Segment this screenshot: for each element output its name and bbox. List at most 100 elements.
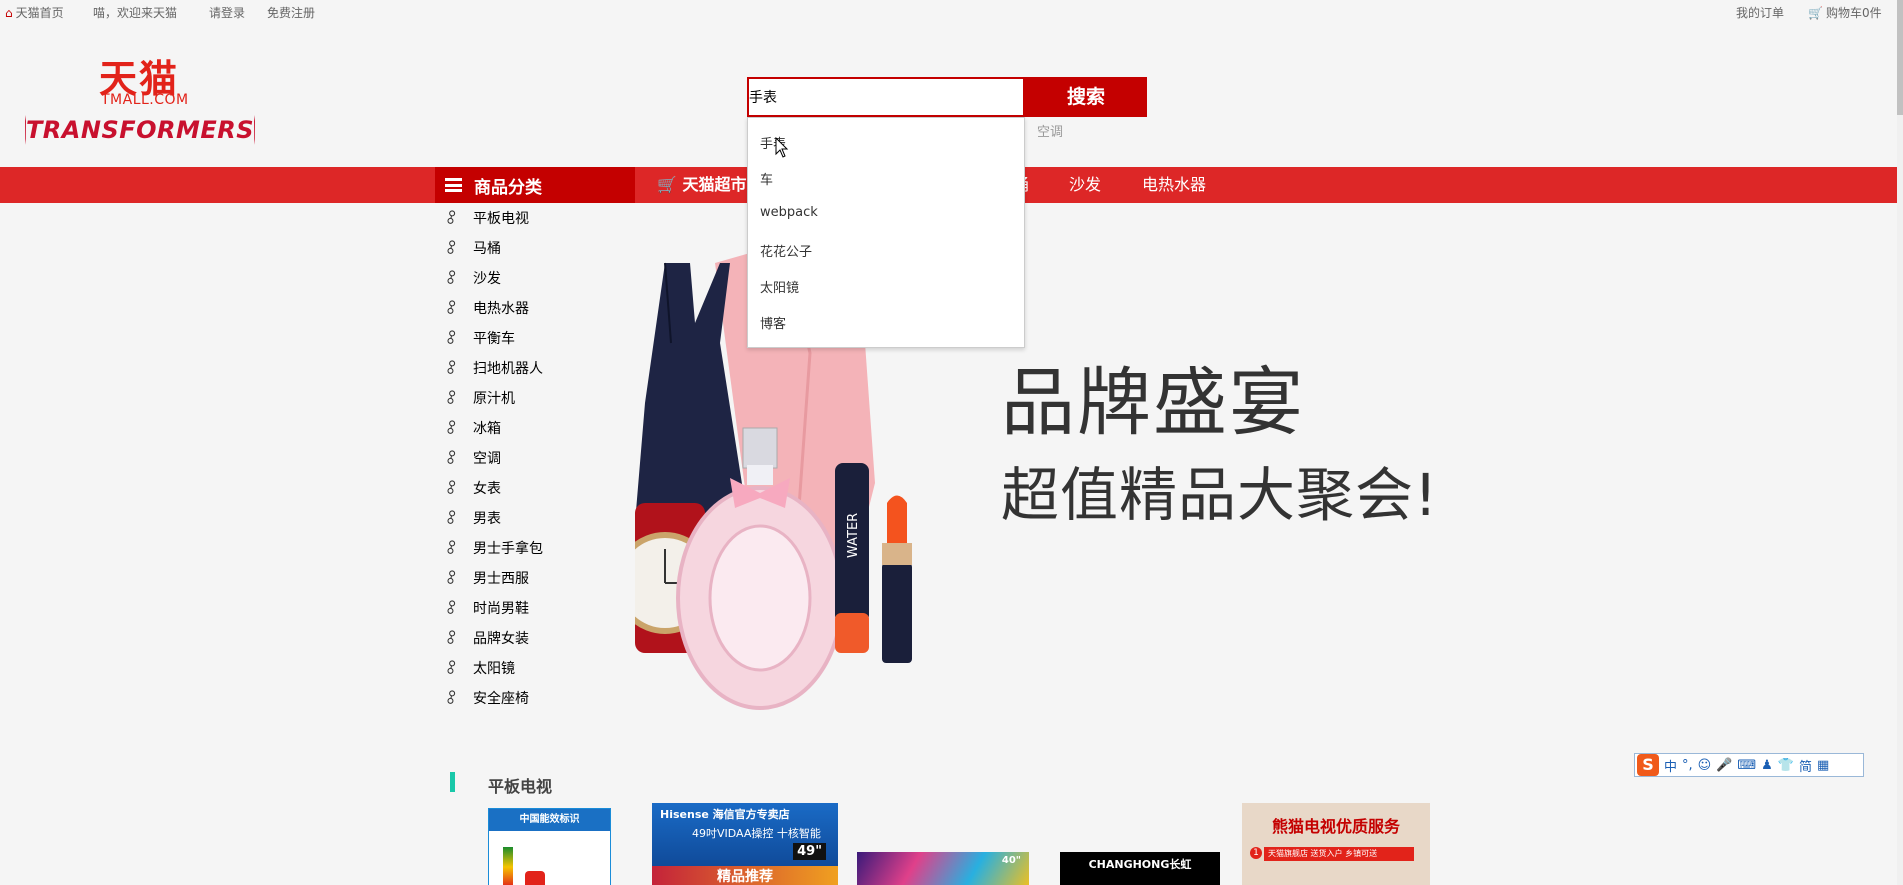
link-icon: ☍ — [441, 417, 463, 439]
category-item[interactable]: ☍ 男士手拿包 — [441, 533, 635, 563]
suggestion-item[interactable]: 太阳镜 — [760, 277, 799, 296]
product-card[interactable]: Hisense 海信官方专卖店 49吋VIDAA操控 十核智能 49" 精品推荐 — [652, 803, 838, 885]
link-icon: ☍ — [441, 357, 463, 379]
ime-mode-toggle[interactable]: 中 — [1664, 756, 1677, 775]
category-item[interactable]: ☍ 男士西服 — [441, 563, 635, 593]
category-item[interactable]: ☍ 电热水器 — [441, 293, 635, 323]
category-item[interactable]: ☍ 时尚男鞋 — [441, 593, 635, 623]
product-card[interactable]: 40" — [857, 852, 1029, 885]
suggestion-item[interactable]: webpack — [760, 205, 818, 220]
service-row: 天猫旗舰店 送货入户 乡镇可送 — [1264, 847, 1414, 861]
product-title: 熊猫电视优质服务 — [1271, 817, 1400, 836]
page-scrollbar[interactable] — [1897, 0, 1903, 885]
energy-grade-bar — [503, 847, 513, 885]
category-item[interactable]: ☍ 原汁机 — [441, 383, 635, 413]
punctuation-icon[interactable]: °, — [1682, 758, 1693, 773]
autobot-right-icon — [254, 115, 255, 145]
campaign-word: TRANSFORMERS — [25, 116, 255, 144]
link-icon: ☍ — [441, 387, 463, 409]
product-card[interactable]: 熊猫电视优质服务 1 天猫旗舰店 送货入户 乡镇可送 — [1242, 803, 1430, 885]
cart-icon: 🛒 — [1808, 5, 1823, 20]
top-bar: ⌂ 天猫首页 喵，欢迎来天猫 请登录 免费注册 我的订单 🛒 购物车0件 — [0, 0, 1903, 24]
category-item[interactable]: ☍ 平衡车 — [441, 323, 635, 353]
category-item[interactable]: ☍ 冰箱 — [441, 413, 635, 443]
toolbox-icon[interactable]: ▦ — [1817, 758, 1829, 773]
screen-size-badge: 49" — [793, 843, 826, 860]
suggestion-item[interactable]: 博客 — [760, 313, 786, 332]
link-icon: ☍ — [441, 237, 463, 259]
energy-label-header: 中国能效标识 — [489, 809, 610, 831]
bottle-label: WATER — [846, 513, 861, 558]
link-icon: ☍ — [441, 627, 463, 649]
ime-toolbar[interactable]: S 中 °, ☺ 🎤 ⌨ ♟ 👕 简 ▦ — [1634, 753, 1864, 777]
link-icon: ☍ — [441, 507, 463, 529]
category-item[interactable]: ☍ 安全座椅 — [441, 683, 635, 713]
product-brand: Hisense 海信官方专卖店 — [660, 808, 790, 821]
product-card[interactable]: CHANGHONG长虹 — [1060, 852, 1220, 885]
nav-super-label: 天猫超市 — [682, 175, 747, 194]
category-menu-button[interactable]: 商品分类 — [435, 167, 635, 203]
emoji-icon[interactable]: ☺ — [1698, 758, 1712, 773]
link-icon: ☍ — [441, 327, 463, 349]
category-item[interactable]: ☍ 太阳镜 — [441, 653, 635, 683]
banner-headline: 品牌盛宴 — [1001, 360, 1305, 446]
site-logo[interactable]: 天猫 TMALL.COM TRANSFORMERS — [25, 48, 255, 148]
cart-small-icon: 🛒 — [657, 175, 677, 194]
nav-item-water-heater[interactable]: 电热水器 — [1142, 167, 1206, 203]
category-item[interactable]: ☍ 沙发 — [441, 263, 635, 293]
category-item[interactable]: ☍ 空调 — [441, 443, 635, 473]
category-item[interactable]: ☍ 马桶 — [441, 233, 635, 263]
skin-icon[interactable]: 👕 — [1778, 758, 1794, 773]
keyboard-icon[interactable]: ⌨ — [1737, 758, 1756, 773]
link-icon: ☍ — [441, 447, 463, 469]
category-item[interactable]: ☍ 男表 — [441, 503, 635, 533]
link-icon: ☍ — [441, 657, 463, 679]
cart-label: 购物车0件 — [1825, 6, 1882, 20]
home-link[interactable]: ⌂ 天猫首页 — [5, 4, 64, 21]
link-icon: ☍ — [441, 207, 463, 229]
link-icon: ☍ — [441, 267, 463, 289]
suggestion-item[interactable]: 花花公子 — [760, 241, 812, 260]
link-icon: ☍ — [441, 477, 463, 499]
product-card[interactable]: 中国能效标识 — [488, 808, 611, 885]
scrollbar-thumb[interactable] — [1897, 0, 1903, 115]
link-icon: ☍ — [441, 297, 463, 319]
welcome-text: 喵，欢迎来天猫 — [93, 6, 178, 20]
product-brand: CHANGHONG长虹 — [1088, 858, 1192, 871]
cart-link[interactable]: 🛒 购物车0件 — [1808, 4, 1882, 21]
mouse-cursor-icon — [775, 137, 789, 158]
product-spec: 49吋VIDAA操控 十核智能 — [692, 827, 821, 840]
logo-domain: TMALL.COM — [101, 92, 189, 108]
category-menu-label: 商品分类 — [474, 177, 542, 198]
section-accent-bar — [450, 772, 455, 792]
nav-item-supermarket[interactable]: 🛒 天猫超市 — [657, 167, 747, 203]
category-item[interactable]: ☍ 平板电视 — [441, 203, 635, 233]
search-input[interactable] — [747, 77, 1025, 117]
category-item[interactable]: ☍ 扫地机器人 — [441, 353, 635, 383]
banner-subheadline: 超值精品大聚会! — [1001, 461, 1439, 529]
my-orders-link[interactable]: 我的订单 — [1736, 4, 1784, 21]
home-label: 天猫首页 — [15, 6, 64, 20]
home-icon: ⌂ — [5, 5, 13, 20]
link-icon: ☍ — [441, 687, 463, 709]
section-title: 平板电视 — [488, 777, 553, 796]
register-link[interactable]: 免费注册 — [267, 4, 315, 21]
number-badge: 1 — [1250, 847, 1262, 859]
link-icon: ☍ — [441, 537, 463, 559]
list-icon — [445, 178, 462, 192]
microphone-icon[interactable]: 🎤 — [1716, 758, 1732, 773]
link-icon: ☍ — [441, 597, 463, 619]
login-link[interactable]: 请登录 — [209, 4, 245, 21]
link-icon: ☍ — [441, 567, 463, 589]
category-list: ☍ 平板电视 ☍ 马桶 ☍ 沙发 ☍ 电热水器 ☍ 平衡车 ☍ 扫地机器人 ☍ 原汁机 ☍ 冰箱… — [441, 203, 635, 713]
simplified-toggle[interactable]: 简 — [1799, 756, 1812, 775]
screen-size-badge: 40" — [1001, 855, 1021, 866]
category-item[interactable]: ☍ 品牌女装 — [441, 623, 635, 653]
nav-item-sofa[interactable]: 沙发 — [1069, 167, 1101, 203]
category-item[interactable]: ☍ 女表 — [441, 473, 635, 503]
hot-word-link[interactable]: 空调 — [1037, 121, 1063, 140]
sogou-logo-icon: S — [1637, 754, 1659, 776]
suggestion-item[interactable]: 车 — [760, 169, 773, 188]
search-button[interactable]: 搜索 — [1025, 77, 1147, 117]
user-icon[interactable]: ♟ — [1761, 758, 1773, 773]
